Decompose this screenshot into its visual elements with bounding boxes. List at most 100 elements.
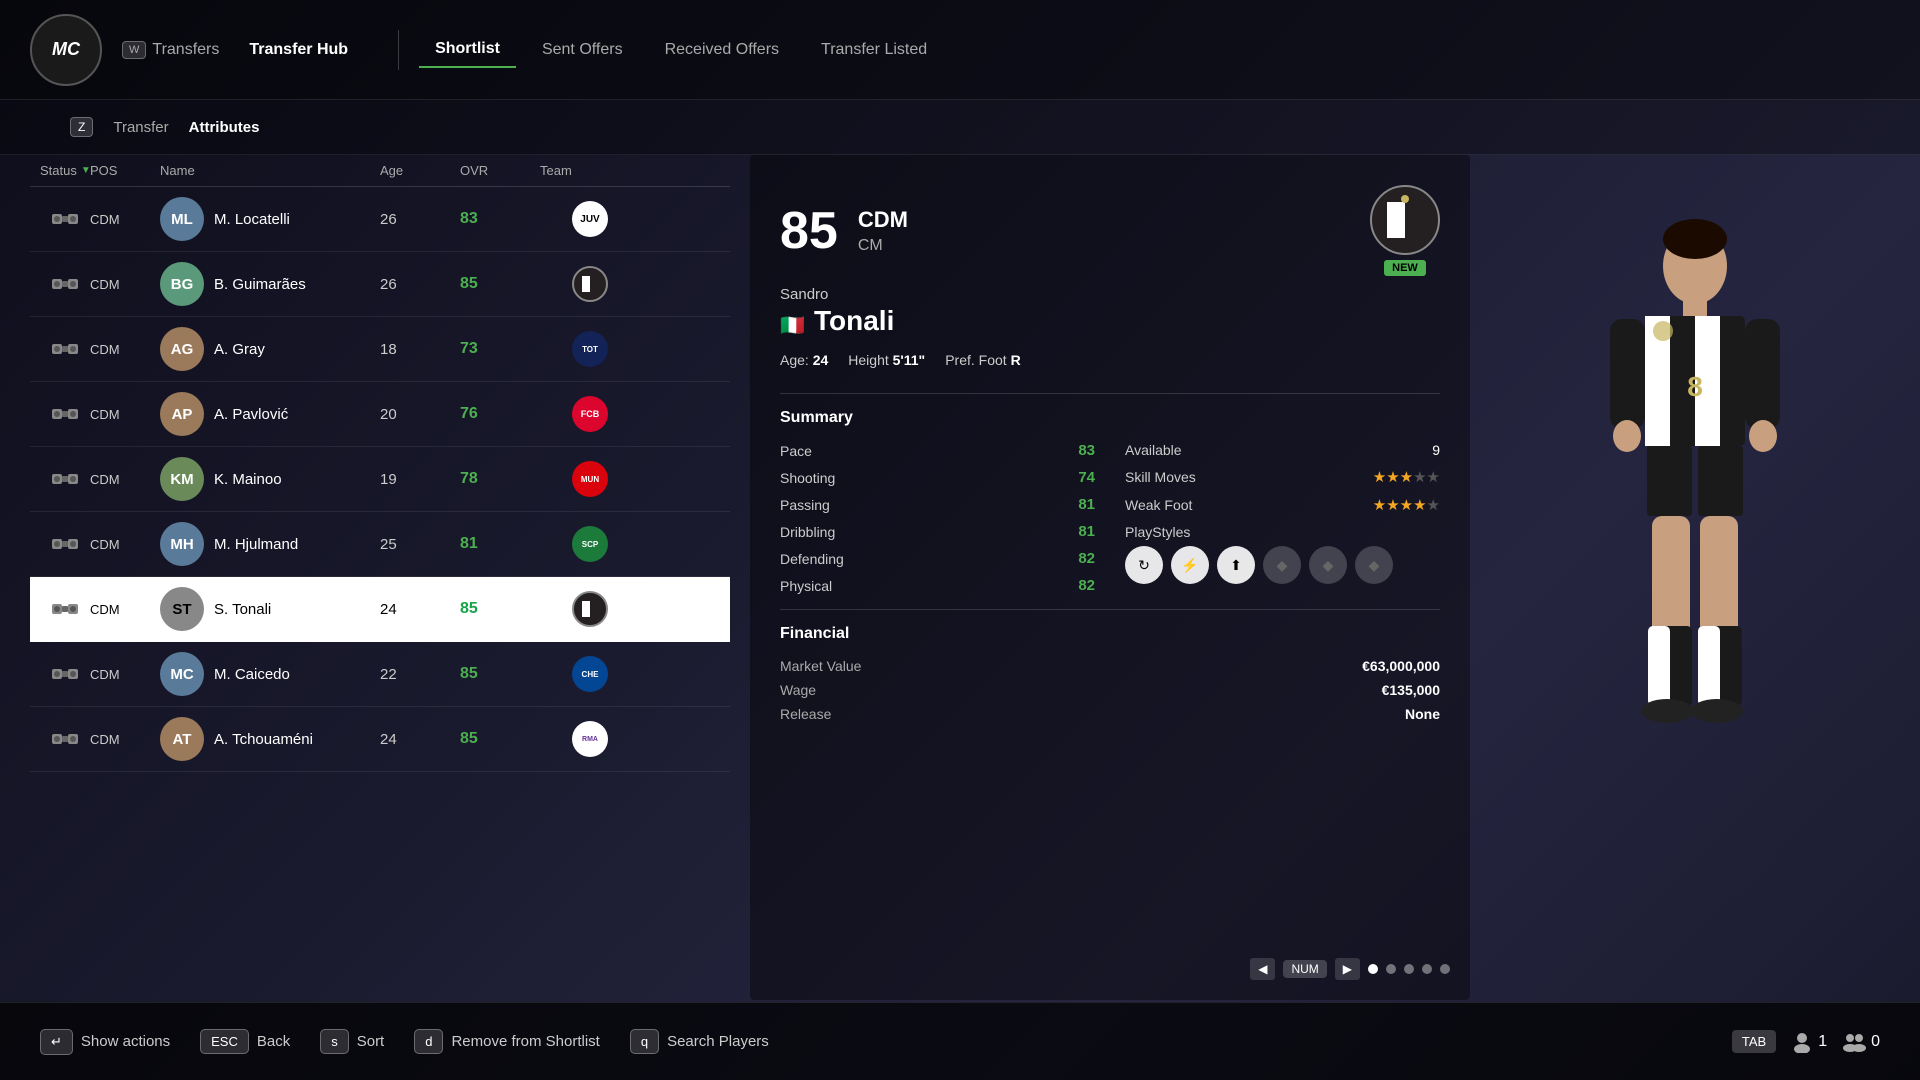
row-team-badge (540, 591, 640, 627)
player-rating-row: 85 CDM CM NEW (780, 185, 1440, 276)
player-name-cell: AT A. Tchouaméni (160, 717, 380, 761)
tab-sent-offers[interactable]: Sent Offers (526, 33, 639, 67)
stat-value: 83 (1078, 442, 1095, 459)
player-name-text: M. Locatelli (214, 211, 290, 228)
row-status-icon (40, 403, 90, 425)
row-age: 24 (380, 731, 460, 748)
remove-key: d (414, 1029, 443, 1054)
newcastle-badge-large (1370, 185, 1440, 255)
row-ovr: 85 (460, 730, 540, 748)
pos-secondary: CM (858, 237, 908, 255)
search-label: Search Players (667, 1033, 769, 1050)
remove-label: Remove from Shortlist (451, 1033, 599, 1050)
skill-stars: ★★★★★ (1373, 468, 1440, 486)
back-btn[interactable]: ESC Back (200, 1029, 290, 1054)
page-dot-4 (1422, 964, 1432, 974)
summary-title: Summary (780, 409, 1440, 427)
nav-divider (398, 30, 399, 70)
release-row: Release None (780, 706, 1440, 722)
playstyles-label: PlayStyles (1125, 524, 1440, 540)
player-lastname-row: 🇮🇹 Tonali (780, 305, 1440, 337)
wage-label: Wage (780, 682, 816, 698)
row-age: 26 (380, 211, 460, 228)
market-value-row: Market Value €63,000,000 (780, 658, 1440, 674)
show-actions-btn[interactable]: ↵ Show actions (40, 1029, 170, 1055)
table-row[interactable]: CDM BG B. Guimarães 26 85 (30, 252, 730, 317)
player-3d-area: 8 (1470, 100, 1920, 1002)
market-value-label: Market Value (780, 658, 861, 674)
table-row[interactable]: CDM MH M. Hjulmand 25 81 SCP (30, 512, 730, 577)
player-model-svg: 8 (1555, 211, 1835, 891)
player-name-cell: BG B. Guimarães (160, 262, 380, 306)
row-ovr: 85 (460, 600, 540, 618)
col-header-ovr: OVR (460, 163, 540, 178)
row-ovr: 83 (460, 210, 540, 228)
stat-label: Defending (780, 551, 844, 567)
playstyle-icon: ⚡ (1171, 546, 1209, 584)
table-row[interactable]: CDM MC M. Caicedo 22 85 CHE (30, 642, 730, 707)
new-badge: NEW (1384, 260, 1426, 276)
row-team-badge: FCB (540, 396, 640, 432)
player-name-text: B. Guimarães (214, 276, 306, 293)
table-row[interactable]: CDM AG A. Gray 18 73 TOT (30, 317, 730, 382)
search-players-btn[interactable]: q Search Players (630, 1029, 769, 1054)
stat-value: 82 (1078, 577, 1095, 594)
page-dot-2 (1386, 964, 1396, 974)
skill-moves-label: Skill Moves (1125, 469, 1196, 485)
remove-shortlist-btn[interactable]: d Remove from Shortlist (414, 1029, 600, 1054)
row-team-badge: CHE (540, 656, 640, 692)
player-name-text: K. Mainoo (214, 471, 282, 488)
show-actions-key: ↵ (40, 1029, 73, 1055)
pagination-row: ◀ NUM ▶ (750, 958, 1470, 980)
player-detail-panel: 85 CDM CM NEW Sandro 🇮🇹 Tonali Age: 24 H… (750, 155, 1470, 1000)
table-row[interactable]: CDM ST S. Tonali 24 85 (30, 577, 730, 642)
nav-transfers[interactable]: W Transfers (122, 41, 219, 59)
table-row[interactable]: CDM AT A. Tchouaméni 24 85 RMA (30, 707, 730, 772)
nav-transfer-hub[interactable]: Transfer Hub (249, 41, 348, 59)
page-next[interactable]: ▶ (1335, 958, 1360, 980)
pos-primary: CDM (858, 207, 908, 233)
z-key-badge: Z (70, 117, 93, 137)
stat-value: 82 (1078, 550, 1095, 567)
sub-nav-attributes[interactable]: Attributes (189, 119, 260, 136)
row-status-icon (40, 208, 90, 230)
wage-row: Wage €135,000 (780, 682, 1440, 698)
playstyles-cell: PlayStyles ↻⚡⬆◆◆◆ (1125, 524, 1440, 584)
tab-shortlist[interactable]: Shortlist (419, 32, 516, 68)
tab-received-offers[interactable]: Received Offers (649, 33, 795, 67)
club-logo-detail: NEW (1370, 185, 1440, 276)
table-header: Status ▼ POS Name Age OVR Team (30, 155, 730, 187)
table-row[interactable]: CDM KM K. Mainoo 19 78 MUN (30, 447, 730, 512)
stat-row-pace: Pace 83 (780, 442, 1095, 459)
group-icon (1842, 1031, 1866, 1053)
table-row[interactable]: CDM ML M. Locatelli 26 83 JUV (30, 187, 730, 252)
row-age: 25 (380, 536, 460, 553)
row-pos: CDM (90, 602, 160, 617)
tab-transfer-listed[interactable]: Transfer Listed (805, 33, 943, 67)
available-label: Available (1125, 442, 1182, 458)
financial-grid: Market Value €63,000,000 Wage €135,000 R… (780, 658, 1440, 722)
row-age: 22 (380, 666, 460, 683)
page-prev[interactable]: ◀ (1250, 958, 1275, 980)
player-table-body: CDM ML M. Locatelli 26 83 JUV CDM BG B. … (30, 187, 730, 982)
divider-1 (780, 393, 1440, 394)
sub-navigation: Z Transfer Attributes (0, 100, 1920, 155)
sub-nav-transfer[interactable]: Transfer (113, 119, 168, 136)
financial-title: Financial (780, 625, 1440, 643)
row-pos: CDM (90, 472, 160, 487)
row-pos: CDM (90, 407, 160, 422)
player-name-cell: KM K. Mainoo (160, 457, 380, 501)
player-name-cell: MH M. Hjulmand (160, 522, 380, 566)
stat-label: Shooting (780, 470, 835, 486)
table-row[interactable]: CDM AP A. Pavlović 20 76 FCB (30, 382, 730, 447)
status-header: Status (40, 163, 77, 178)
back-label: Back (257, 1033, 290, 1050)
playstyle-icon: ◆ (1263, 546, 1301, 584)
indicator-2: 0 (1842, 1031, 1880, 1053)
playstyle-icon: ◆ (1355, 546, 1393, 584)
app-logo: MC (30, 14, 102, 86)
player-name-text: A. Gray (214, 341, 265, 358)
player-firstname: Sandro (780, 286, 1440, 303)
sort-btn[interactable]: s Sort (320, 1029, 384, 1054)
player-name-cell: ML M. Locatelli (160, 197, 380, 241)
